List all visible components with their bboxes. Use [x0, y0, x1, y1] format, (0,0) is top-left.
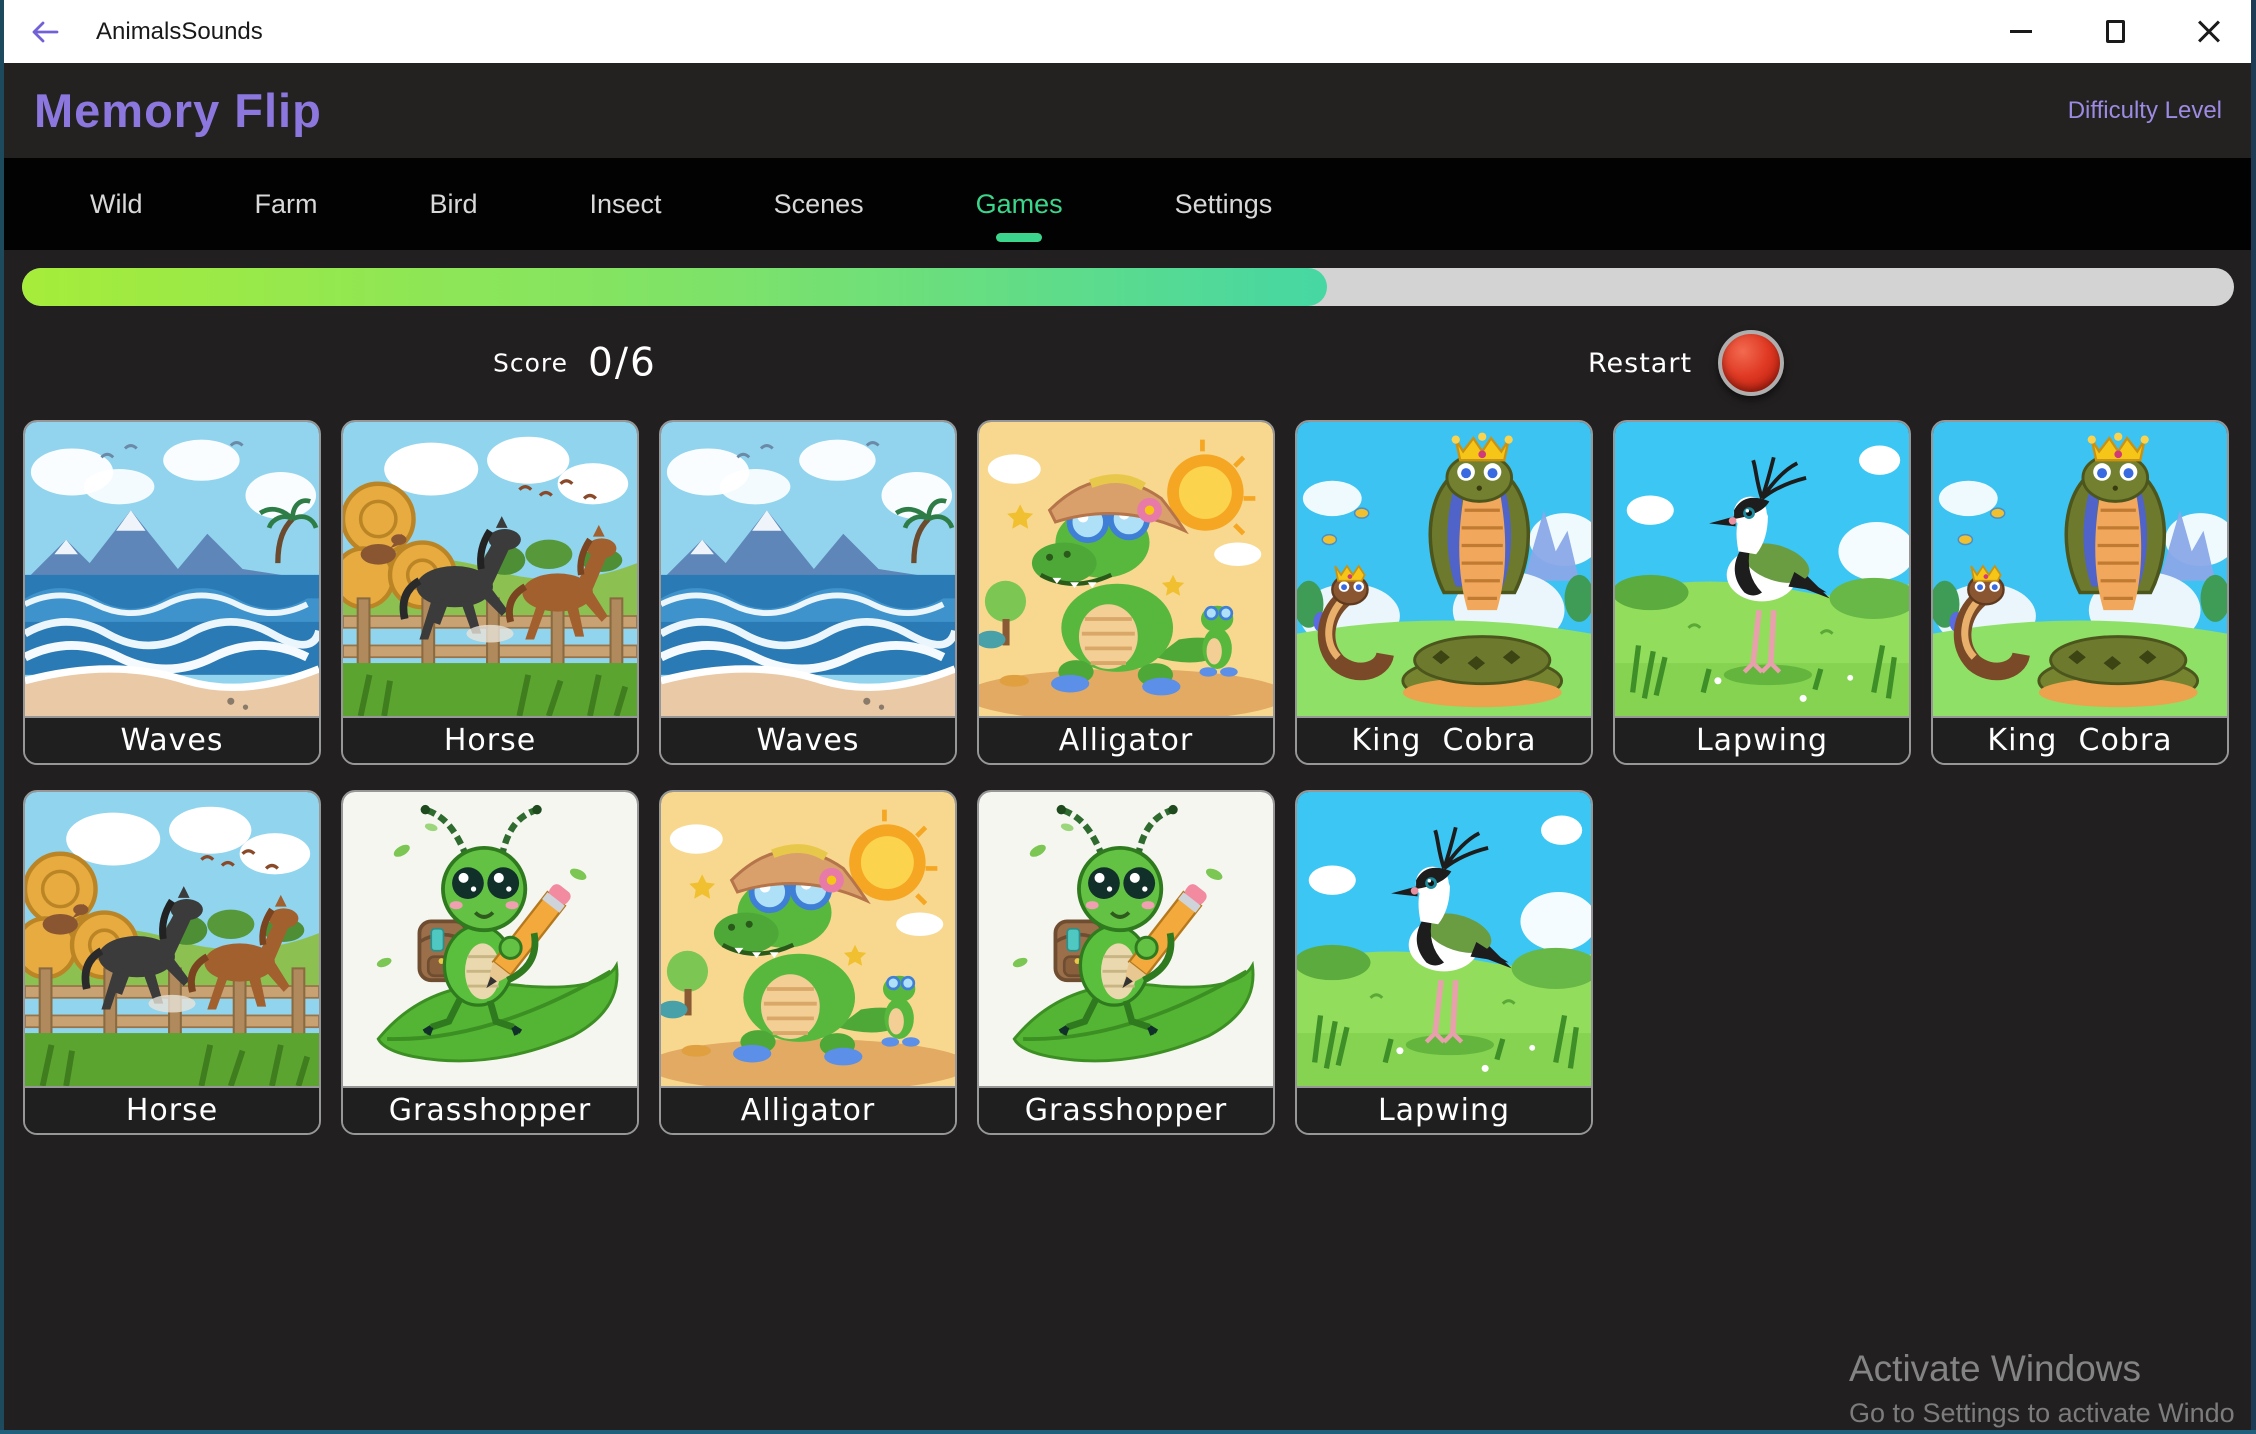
card-image: [661, 792, 955, 1086]
card-horse-1[interactable]: Horse: [341, 420, 639, 765]
card-waves-2[interactable]: Waves: [659, 420, 957, 765]
card-image: [25, 422, 319, 716]
score-value: 0/6: [588, 341, 657, 386]
card-image: [25, 792, 319, 1086]
tab-wild[interactable]: Wild: [90, 158, 143, 250]
restart-button[interactable]: [1718, 330, 1784, 396]
card-label: Waves: [25, 716, 319, 763]
card-alligator-1[interactable]: Alligator: [977, 420, 1275, 765]
active-tab-underline: [996, 233, 1042, 242]
close-button[interactable]: [2162, 0, 2256, 63]
progress-bar: [22, 268, 2234, 306]
card-image: [979, 792, 1273, 1086]
maximize-button[interactable]: [2068, 0, 2162, 63]
card-label: Grasshopper: [979, 1086, 1273, 1133]
restart-label: Restart: [1588, 348, 1692, 379]
card-label: King Cobra: [1933, 716, 2227, 763]
card-label: Horse: [343, 716, 637, 763]
card-alligator-2[interactable]: Alligator: [659, 790, 957, 1135]
maximize-icon: [2106, 20, 2125, 43]
back-arrow-icon: [27, 16, 63, 48]
card-label: Alligator: [661, 1086, 955, 1133]
card-horse-2[interactable]: Horse: [23, 790, 321, 1135]
card-image: [343, 422, 637, 716]
card-image: [979, 422, 1273, 716]
score-row: Score 0/6 Restart: [0, 306, 2256, 420]
card-lapwing-1[interactable]: Lapwing: [1613, 420, 1911, 765]
card-grasshopper-1[interactable]: Grasshopper: [341, 790, 639, 1135]
card-king-cobra-1[interactable]: King Cobra: [1295, 420, 1593, 765]
window-controls: [1974, 0, 2256, 63]
card-lapwing-2[interactable]: Lapwing: [1295, 790, 1593, 1135]
card-grasshopper-2[interactable]: Grasshopper: [977, 790, 1275, 1135]
minimize-icon: [2010, 30, 2032, 33]
activate-windows-watermark: Activate Windows Go to Settings to activ…: [1849, 1348, 2256, 1429]
difficulty-level-link[interactable]: Difficulty Level: [2068, 97, 2222, 125]
tab-label: Scenes: [774, 189, 864, 220]
window-border-left: [0, 0, 4, 1434]
tab-label: Insect: [590, 189, 662, 220]
tab-insect[interactable]: Insect: [590, 158, 662, 250]
progress-fill: [22, 268, 1327, 306]
tab-label: Games: [976, 189, 1063, 220]
score-group: Score 0/6: [493, 341, 657, 386]
card-grid: Waves Horse Waves Alligator King Cobra L…: [0, 420, 2256, 1135]
back-button[interactable]: [22, 12, 68, 52]
title-bar: AnimalsSounds: [0, 0, 2256, 63]
card-image: [1615, 422, 1909, 716]
card-label: Lapwing: [1615, 716, 1909, 763]
card-label: Grasshopper: [343, 1086, 637, 1133]
tab-settings[interactable]: Settings: [1175, 158, 1273, 250]
tab-bird[interactable]: Bird: [430, 158, 478, 250]
score-label: Score: [493, 349, 568, 378]
app-title: AnimalsSounds: [96, 18, 263, 46]
card-image: [661, 422, 955, 716]
card-label: Waves: [661, 716, 955, 763]
card-label: King Cobra: [1297, 716, 1591, 763]
page-header: Memory Flip Difficulty Level: [0, 63, 2256, 158]
watermark-line1: Activate Windows: [1849, 1348, 2256, 1390]
tab-games[interactable]: Games: [976, 158, 1063, 250]
tab-farm[interactable]: Farm: [255, 158, 318, 250]
card-label: Lapwing: [1297, 1086, 1591, 1133]
card-image: [1297, 422, 1591, 716]
card-label: Alligator: [979, 716, 1273, 763]
card-label: Horse: [25, 1086, 319, 1133]
tab-label: Bird: [430, 189, 478, 220]
restart-group: Restart: [1588, 330, 1784, 396]
minimize-button[interactable]: [1974, 0, 2068, 63]
tab-scenes[interactable]: Scenes: [774, 158, 864, 250]
tab-label: Settings: [1175, 189, 1273, 220]
window-border-right: [2251, 0, 2256, 1434]
window-border-bottom: [0, 1430, 2256, 1434]
card-king-cobra-2[interactable]: King Cobra: [1931, 420, 2229, 765]
tab-label: Farm: [255, 189, 318, 220]
card-image: [343, 792, 637, 1086]
card-image: [1933, 422, 2227, 716]
card-image: [1297, 792, 1591, 1086]
page-title: Memory Flip: [34, 83, 322, 138]
close-icon: [2197, 20, 2221, 44]
app-window: AnimalsSounds Memory Flip Difficulty Lev…: [0, 0, 2256, 1434]
tab-label: Wild: [90, 189, 143, 220]
nav-tabs: Wild Farm Bird Insect Scenes Games Setti…: [0, 158, 2256, 250]
card-waves-1[interactable]: Waves: [23, 420, 321, 765]
watermark-line2: Go to Settings to activate Windo: [1849, 1398, 2256, 1429]
